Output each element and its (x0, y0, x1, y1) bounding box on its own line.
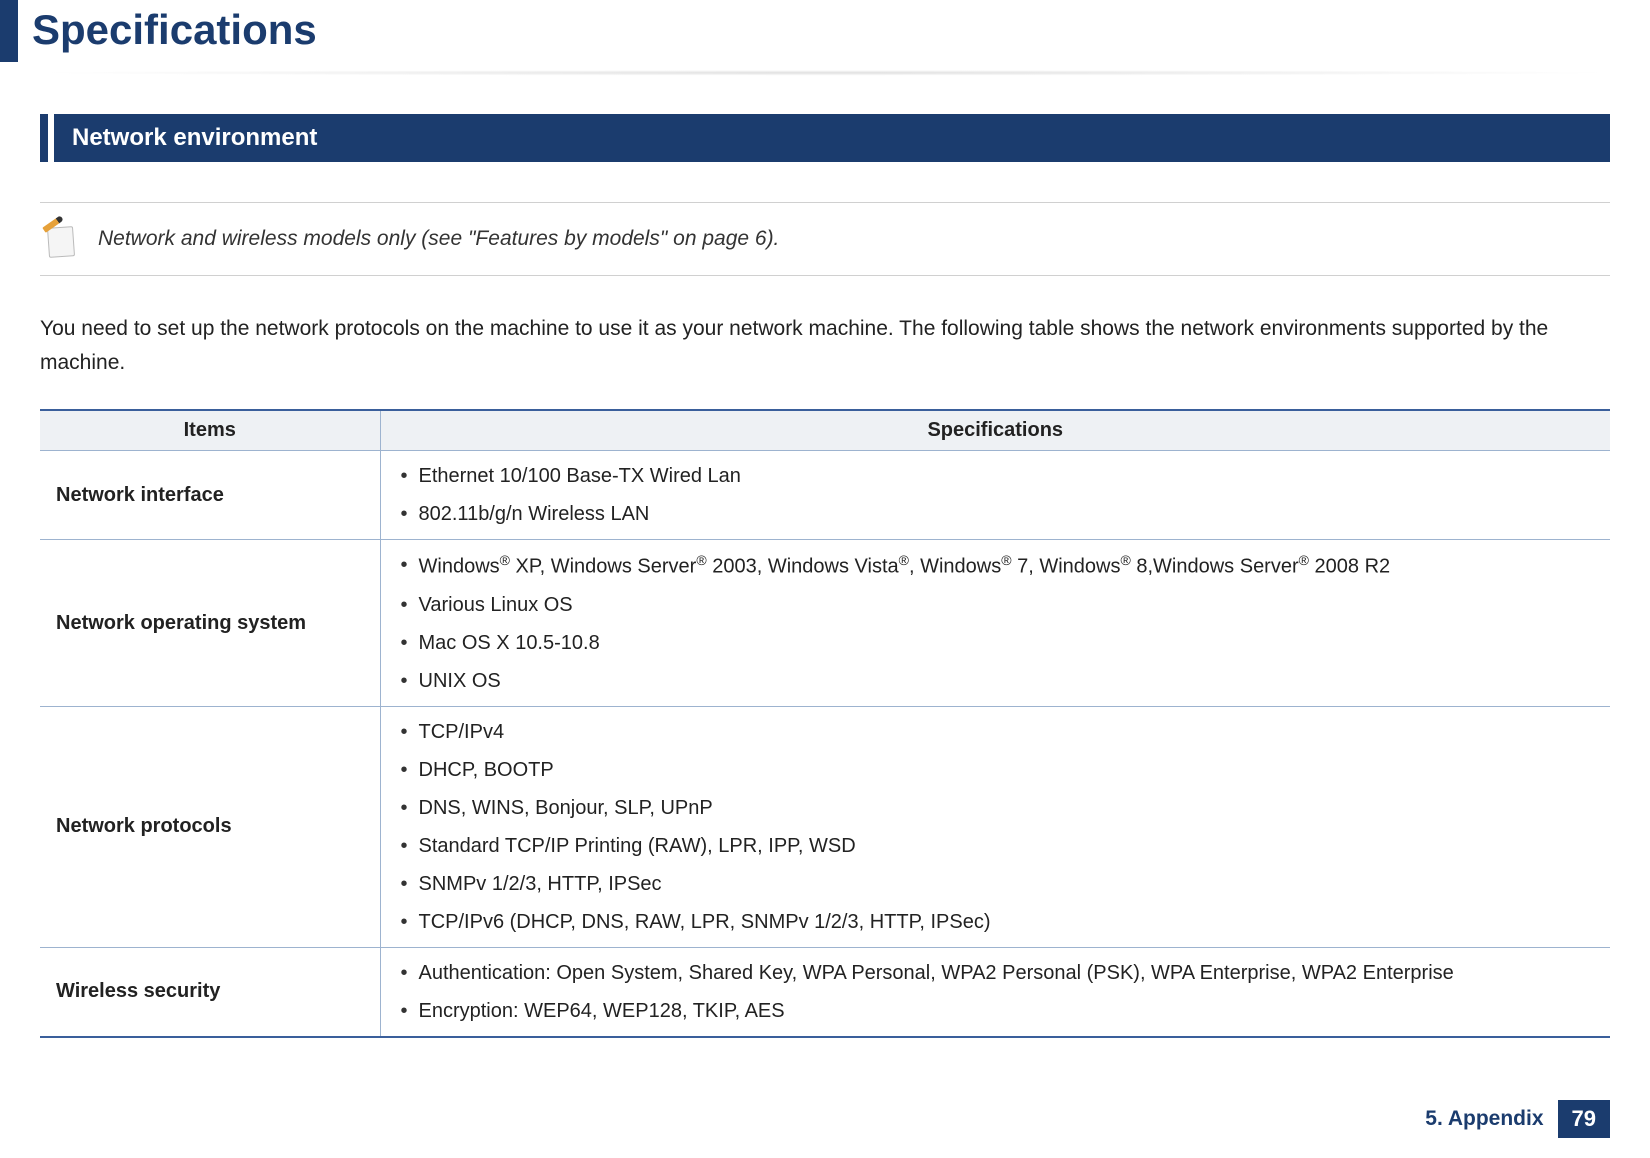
page-footer: 5. Appendix 79 (1425, 1100, 1610, 1138)
spec-item: Windows® XP, Windows Server® 2003, Windo… (391, 546, 1601, 586)
spec-item: TCP/IPv4 (391, 713, 1601, 751)
spec-table: Items Specifications Network interfaceEt… (40, 409, 1610, 1038)
row-label: Network protocols (40, 706, 380, 947)
spec-item: Various Linux OS (391, 586, 1601, 624)
spec-item: Mac OS X 10.5-10.8 (391, 624, 1601, 662)
spec-item: Encryption: WEP64, WEP128, TKIP, AES (391, 992, 1601, 1030)
table-row: Network operating system Windows® XP, Win… (40, 540, 1610, 707)
section-header: Network environment (40, 114, 1610, 162)
row-spec: TCP/IPv4DHCP, BOOTPDNS, WINS, Bonjour, S… (380, 706, 1610, 947)
row-label: Network operating system (40, 540, 380, 707)
spec-item: Authentication: Open System, Shared Key,… (391, 954, 1601, 992)
header-accent-bar (0, 0, 18, 62)
spec-item: 802.11b/g/n Wireless LAN (391, 495, 1601, 533)
note-box: Network and wireless models only (see "F… (40, 202, 1610, 276)
intro-paragraph: You need to set up the network protocols… (40, 312, 1610, 379)
spec-item: SNMPv 1/2/3, HTTP, IPSec (391, 865, 1601, 903)
content-area: Network environment Network and wireless… (0, 114, 1650, 1038)
row-spec: Ethernet 10/100 Base-TX Wired Lan802.11b… (380, 451, 1610, 540)
table-row: Wireless security Authentication: Open Sy… (40, 947, 1610, 1037)
row-label: Network interface (40, 451, 380, 540)
footer-chapter: 5. Appendix (1425, 1107, 1543, 1131)
footer-page-number: 79 (1558, 1100, 1610, 1138)
spec-item: Standard TCP/IP Printing (RAW), LPR, IPP… (391, 827, 1601, 865)
page-header: Specifications (0, 0, 1650, 62)
header-shadow (30, 70, 1620, 76)
table-header-items: Items (40, 410, 380, 451)
row-label: Wireless security (40, 947, 380, 1037)
note-icon (40, 219, 80, 259)
page-title: Specifications (18, 0, 317, 62)
spec-item: DHCP, BOOTP (391, 751, 1601, 789)
spec-item: DNS, WINS, Bonjour, SLP, UPnP (391, 789, 1601, 827)
row-spec: Windows® XP, Windows Server® 2003, Windo… (380, 540, 1610, 707)
row-spec: Authentication: Open System, Shared Key,… (380, 947, 1610, 1037)
spec-item: UNIX OS (391, 662, 1601, 700)
spec-item: Ethernet 10/100 Base-TX Wired Lan (391, 457, 1601, 495)
spec-item: TCP/IPv6 (DHCP, DNS, RAW, LPR, SNMPv 1/2… (391, 903, 1601, 941)
section-title: Network environment (54, 114, 1610, 162)
table-row: Network protocolsTCP/IPv4DHCP, BOOTPDNS,… (40, 706, 1610, 947)
note-text: Network and wireless models only (see "F… (98, 227, 779, 251)
table-header-specs: Specifications (380, 410, 1610, 451)
section-header-accent (40, 114, 48, 162)
table-row: Network interfaceEthernet 10/100 Base-TX… (40, 451, 1610, 540)
